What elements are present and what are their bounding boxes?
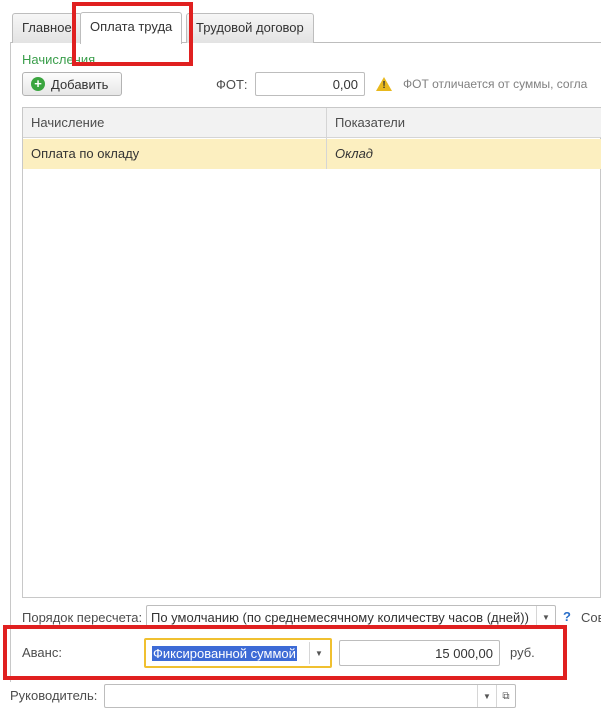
table-header [23, 108, 601, 138]
manager-select[interactable]: ▼ ⧉ [104, 684, 516, 708]
recalc-value: По умолчанию (по среднемесячному количес… [151, 609, 529, 625]
column-separator [326, 108, 327, 169]
recalc-label: Порядок пересчета: [22, 610, 143, 625]
plus-icon: + [31, 77, 45, 91]
fot-value: 0,00 [332, 76, 358, 92]
add-button[interactable]: + Добавить [22, 72, 122, 96]
fot-warning-text: ФОТ отличается от суммы, согла [403, 77, 588, 91]
help-icon[interactable]: ? [563, 609, 571, 624]
manager-label: Руководитель: [10, 688, 98, 703]
tab-payroll[interactable]: Оплата труда [80, 12, 183, 44]
open-icon[interactable]: ⧉ [496, 685, 515, 707]
warning-icon-mark: ! [382, 80, 386, 91]
highlight-box-advance [3, 625, 567, 680]
column-header-indicators[interactable]: Показатели [335, 108, 405, 138]
add-button-label: Добавить [51, 76, 109, 92]
fot-label: ФОТ: [216, 77, 248, 92]
recalc-trailing-text: Сов [581, 610, 601, 625]
tab-labor-contract[interactable]: Трудовой договор [186, 13, 314, 43]
row-indicator[interactable]: Оклад [335, 139, 373, 169]
column-header-accrual[interactable]: Начисление [31, 108, 104, 138]
row-accrual-name[interactable]: Оплата по окладу [31, 139, 139, 169]
accruals-table[interactable] [22, 107, 601, 598]
fot-field[interactable]: 0,00 [255, 72, 365, 96]
chevron-down-icon[interactable]: ▼ [477, 685, 496, 707]
